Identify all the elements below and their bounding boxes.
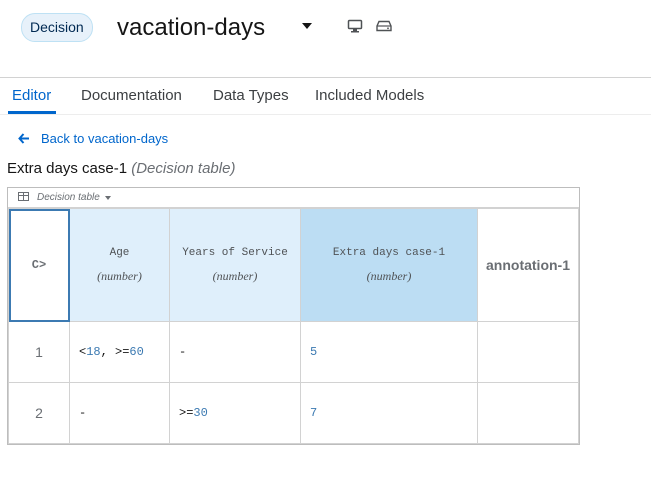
page-title: vacation-days [117,14,266,41]
column-type: (number) [366,268,412,283]
table-row: 1 <18, >=60 - 5 [8,321,579,383]
decision-table-toolbar[interactable]: Decision table [8,188,579,208]
cell-age[interactable]: <18, >=60 [69,321,170,383]
annotation-header[interactable]: annotation-1 [477,208,579,322]
decision-table-container: Decision table C> Age (number) Years of … [7,187,580,445]
decision-table-type-label: Decision table [37,192,100,203]
row-number: 2 [8,382,70,444]
cell-age[interactable]: - [69,382,170,444]
arrow-left-icon [18,133,29,144]
tab-included-models[interactable]: Included Models [315,87,424,104]
header: Decision vacation-days [0,0,651,78]
cell-extra-days[interactable]: 5 [300,321,478,383]
decision-table-grid: C> Age (number) Years of Service (number… [8,208,579,444]
column-name: Age [109,246,130,259]
chevron-down-icon[interactable] [105,196,111,200]
cell-extra-days[interactable]: 7 [300,382,478,444]
cell-annotation[interactable] [477,382,579,444]
header-row: C> Age (number) Years of Service (number… [8,208,579,322]
column-name: Years of Service [182,246,288,259]
tab-editor[interactable]: Editor [12,87,51,104]
cell-years-of-service[interactable]: - [169,321,301,383]
decision-name: Extra days case-1 [7,160,128,177]
column-type: (number) [97,268,142,283]
column-name: Extra days case-1 [332,246,446,259]
cell-years-of-service[interactable]: >=30 [169,382,301,444]
monitor-icon[interactable] [347,19,363,33]
decision-badge: Decision [21,13,93,42]
output-header-extra-days[interactable]: Extra days case-1 (number) [300,208,478,322]
tab-documentation[interactable]: Documentation [81,87,182,104]
active-tab-indicator [8,111,56,114]
table-icon [18,192,29,201]
caret-down-icon[interactable] [302,23,312,29]
table-row: 2 - >=30 7 [8,382,579,444]
hard-drive-icon[interactable] [376,20,392,32]
tab-bar: Editor Documentation Data Types Included… [0,78,651,115]
tab-data-types[interactable]: Data Types [213,87,289,104]
back-link-label[interactable]: Back to vacation-days [41,131,168,146]
row-number: 1 [8,321,70,383]
hit-policy-cell[interactable]: C> [8,208,70,322]
cell-annotation[interactable] [477,321,579,383]
column-type: (number) [212,268,258,283]
decision-kind: (Decision table) [131,160,236,177]
input-header-age[interactable]: Age (number) [69,208,170,322]
section-title: Extra days case-1 (Decision table) [7,160,235,177]
input-header-years-of-service[interactable]: Years of Service (number) [169,208,301,322]
